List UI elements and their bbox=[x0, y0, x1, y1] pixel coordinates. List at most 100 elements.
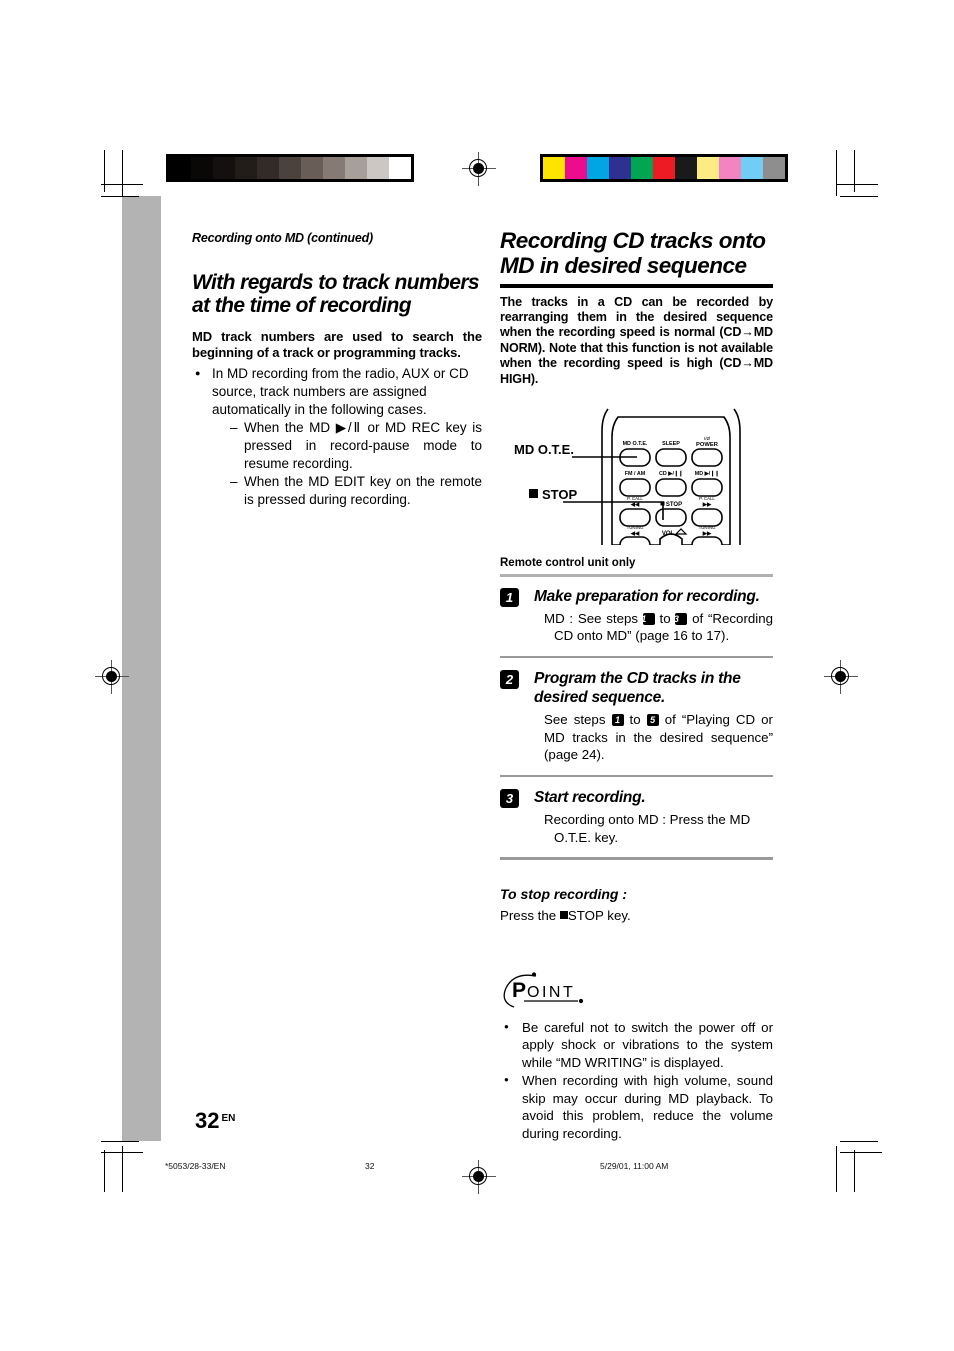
left-bullet-list: In MD recording from the radio, AUX or C… bbox=[192, 364, 482, 509]
page-number-value: 32 bbox=[195, 1108, 220, 1133]
divider bbox=[500, 573, 773, 577]
svg-text:POWER: POWER bbox=[696, 442, 719, 448]
color-swatch bbox=[653, 157, 675, 179]
step-body: MD : See steps 1 to 3 of “Recording CD o… bbox=[544, 610, 773, 645]
list-item: Be careful not to switch the power off o… bbox=[500, 1018, 773, 1072]
step-3: 3 Start recording. Recording onto MD : P… bbox=[500, 788, 773, 846]
svg-text:◀◀: ◀◀ bbox=[630, 530, 640, 537]
crop-mark bbox=[122, 150, 124, 196]
remote-control-figure: MD O.T.E. SLEEP POWER I/Ø FM / AM CD ▶/❙… bbox=[500, 405, 773, 556]
registration-mark-right bbox=[824, 660, 858, 694]
grayscale-swatch bbox=[235, 157, 257, 179]
divider bbox=[500, 857, 773, 860]
intro-paragraph: The tracks in a CD can be recorded by re… bbox=[500, 294, 773, 386]
svg-text:▶▶: ▶▶ bbox=[702, 501, 712, 508]
footer-page-number: 32 bbox=[365, 1161, 375, 1171]
grayscale-swatch bbox=[257, 157, 279, 179]
stop-text-post: STOP key. bbox=[567, 907, 631, 923]
title-rule bbox=[500, 284, 773, 288]
grayscale-swatch bbox=[389, 157, 411, 179]
step-ref-badge: 1 bbox=[611, 714, 624, 727]
step-body: Recording onto MD : Press the MD O.T.E. … bbox=[544, 811, 773, 846]
crop-mark bbox=[840, 1141, 878, 1143]
stop-recording-text: Press the STOP key. bbox=[500, 908, 773, 923]
step-ref-badge: 5 bbox=[646, 714, 659, 727]
grayscale-swatch bbox=[279, 157, 301, 179]
step-ref-badge: 3 bbox=[674, 612, 688, 625]
step-ref-badge: 1 bbox=[641, 612, 655, 625]
crop-mark bbox=[840, 1152, 882, 1154]
crop-mark bbox=[101, 184, 143, 186]
point-block: P OINT Be careful not to switch the powe… bbox=[500, 971, 773, 1143]
page-number-suffix: EN bbox=[221, 1113, 236, 1124]
registration-mark-top bbox=[462, 152, 496, 186]
svg-text:MD O.T.E.: MD O.T.E. bbox=[623, 441, 648, 447]
step-body-pre: MD : See steps bbox=[544, 610, 643, 626]
page-number: 32 EN bbox=[195, 1108, 235, 1134]
page-title: Recording CD tracks onto MD in desired s… bbox=[500, 228, 766, 278]
grayscale-swatch bbox=[301, 157, 323, 179]
list-item: When the MD EDIT key on the remote is pr… bbox=[230, 473, 482, 509]
remote-only-note: Remote control unit only bbox=[500, 556, 636, 569]
step-2: 2 Program the CD tracks in the desired s… bbox=[500, 669, 773, 764]
color-swatch bbox=[697, 157, 719, 179]
svg-text:OINT: OINT bbox=[527, 984, 575, 1001]
step-number-badge: 3 bbox=[500, 789, 519, 809]
list-item: In MD recording from the radio, AUX or C… bbox=[192, 364, 482, 509]
left-column: Recording onto MD (continued) With regar… bbox=[192, 231, 482, 509]
color-swatch bbox=[741, 157, 763, 179]
crop-mark bbox=[104, 1150, 106, 1192]
grayscale-swatch bbox=[169, 157, 191, 179]
color-swatch bbox=[631, 157, 653, 179]
svg-text:P. CALL: P. CALL bbox=[699, 496, 715, 501]
running-head: Recording onto MD (continued) bbox=[192, 231, 373, 245]
stop-square-icon bbox=[529, 488, 538, 498]
svg-text:TUNING: TUNING bbox=[699, 525, 716, 530]
svg-text:MD ▶/❙❙: MD ▶/❙❙ bbox=[695, 471, 720, 477]
footer-timestamp: 5/29/01, 11:00 AM bbox=[600, 1161, 669, 1171]
svg-text:▶▶: ▶▶ bbox=[702, 530, 712, 537]
color-calibration-bar bbox=[540, 154, 788, 182]
grayscale-swatch bbox=[213, 157, 235, 179]
grayscale-swatch bbox=[323, 157, 345, 179]
step-body-mid: to bbox=[654, 610, 676, 626]
color-swatch bbox=[675, 157, 697, 179]
step-number-badge: 1 bbox=[500, 587, 519, 607]
svg-text:P. CALL: P. CALL bbox=[627, 496, 643, 501]
step-body-mid: to bbox=[623, 712, 647, 728]
svg-text:SLEEP: SLEEP bbox=[662, 441, 680, 447]
crop-mark bbox=[836, 150, 838, 196]
color-swatch bbox=[763, 157, 785, 179]
stop-recording-heading: To stop recording : bbox=[500, 885, 628, 902]
color-swatch bbox=[565, 157, 587, 179]
step-title: Start recording. bbox=[534, 789, 646, 807]
grayscale-calibration-bar bbox=[166, 154, 414, 182]
footer-job-code: *5053/28-33/EN bbox=[165, 1161, 226, 1171]
step-1: 1 Make preparation for recording. MD : S… bbox=[500, 587, 773, 645]
crop-mark bbox=[101, 196, 139, 198]
grayscale-swatch bbox=[367, 157, 389, 179]
crop-mark bbox=[854, 150, 856, 192]
crop-mark bbox=[836, 1146, 838, 1192]
step-title: Make preparation for recording. bbox=[534, 587, 760, 605]
left-section-title: With regards to track numbers at the tim… bbox=[192, 271, 480, 317]
crop-mark bbox=[854, 1150, 856, 1192]
step-body-pre: See steps bbox=[544, 712, 612, 728]
divider bbox=[500, 655, 773, 659]
crop-mark bbox=[840, 196, 878, 198]
svg-text:I/Ø: I/Ø bbox=[704, 436, 711, 441]
callout-md-ote: MD O.T.E. bbox=[514, 441, 574, 457]
grayscale-swatch bbox=[191, 157, 213, 179]
step-number-badge: 2 bbox=[500, 670, 519, 690]
svg-text:VOL: VOL bbox=[662, 531, 675, 537]
left-sub-list: When the MD ▶/Ⅱ or MD REC key is pressed… bbox=[212, 419, 482, 509]
manual-page: Recording onto MD (continued) With regar… bbox=[0, 0, 954, 1351]
callout-stop: STOP bbox=[529, 487, 577, 502]
point-logo-icon: P OINT bbox=[503, 972, 584, 1008]
list-item: When recording with high volume, sound s… bbox=[500, 1071, 773, 1142]
svg-text:TUNING: TUNING bbox=[627, 525, 644, 530]
step-body: See steps 1 to 5 of “Playing CD or MD tr… bbox=[544, 711, 773, 764]
left-bullet-text: In MD recording from the radio, AUX or C… bbox=[212, 366, 469, 417]
color-swatch bbox=[587, 157, 609, 179]
color-swatch bbox=[543, 157, 565, 179]
